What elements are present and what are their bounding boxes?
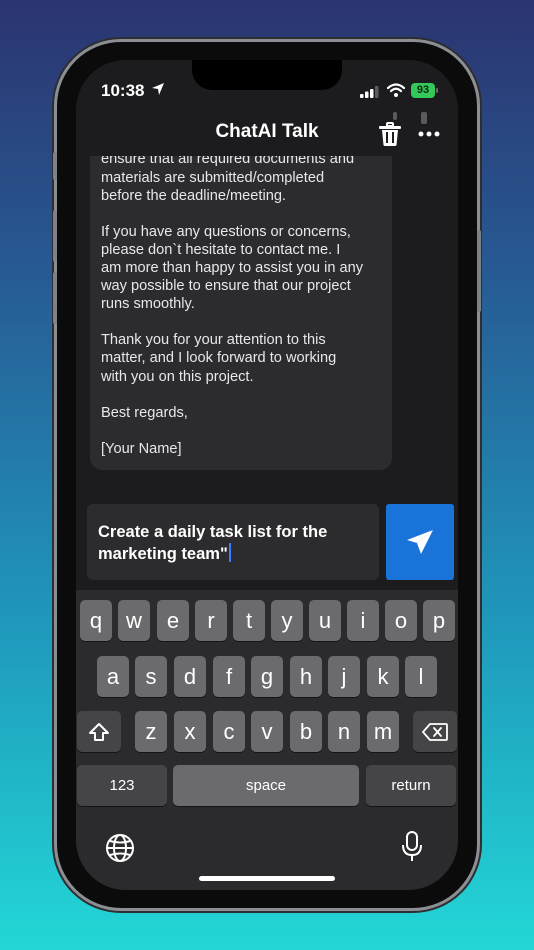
key-y[interactable]: y <box>271 600 303 641</box>
paper-plane-icon <box>407 530 433 554</box>
more-options-icon[interactable] <box>418 131 440 137</box>
key-p[interactable]: p <box>423 600 455 641</box>
status-time: 10:38 <box>101 81 145 100</box>
key-b[interactable]: b <box>290 711 322 752</box>
key-q[interactable]: q <box>80 600 112 641</box>
backspace-icon <box>422 722 448 741</box>
camera-indicator <box>393 112 397 120</box>
phone-screen: ensure that all required documents and m… <box>76 60 458 890</box>
key-c[interactable]: c <box>213 711 245 752</box>
globe-icon[interactable] <box>105 833 135 863</box>
volume-up-button <box>53 210 57 262</box>
key-j[interactable]: j <box>328 656 360 697</box>
backspace-key[interactable] <box>413 711 457 752</box>
text-cursor <box>228 543 231 562</box>
key-x[interactable]: x <box>174 711 206 752</box>
message-input-text: Create a daily task list for the marketi… <box>98 523 328 563</box>
space-key[interactable]: space <box>173 765 359 806</box>
message-input[interactable]: Create a daily task list for the marketi… <box>87 504 379 580</box>
location-arrow-icon <box>152 83 164 95</box>
key-k[interactable]: k <box>367 656 399 697</box>
key-f[interactable]: f <box>213 656 245 697</box>
key-t[interactable]: t <box>233 600 265 641</box>
key-i[interactable]: i <box>347 600 379 641</box>
key-l[interactable]: l <box>405 656 437 697</box>
key-m[interactable]: m <box>367 711 399 752</box>
key-a[interactable]: a <box>97 656 129 697</box>
assistant-message-text: ensure that all required documents and m… <box>101 151 364 457</box>
key-u[interactable]: u <box>309 600 341 641</box>
volume-down-button <box>53 272 57 324</box>
assistant-message-bubble: ensure that all required documents and m… <box>90 120 392 470</box>
return-key[interactable]: return <box>366 765 456 806</box>
battery-icon: 93 <box>411 83 435 98</box>
key-w[interactable]: w <box>118 600 150 641</box>
cellular-signal-icon <box>360 86 379 98</box>
battery-tip <box>436 88 438 93</box>
home-indicator[interactable] <box>199 876 335 881</box>
key-e[interactable]: e <box>157 600 189 641</box>
key-v[interactable]: v <box>251 711 283 752</box>
key-g[interactable]: g <box>251 656 283 697</box>
status-bar: 10:38 93 <box>76 60 458 120</box>
send-button[interactable] <box>386 504 454 580</box>
shift-arrow-icon <box>89 722 109 741</box>
numbers-key[interactable]: 123 <box>77 765 167 806</box>
key-z[interactable]: z <box>135 711 167 752</box>
action-button <box>53 152 57 180</box>
trash-icon[interactable] <box>378 122 402 147</box>
key-n[interactable]: n <box>328 711 360 752</box>
power-button <box>477 230 481 312</box>
key-o[interactable]: o <box>385 600 417 641</box>
shift-key[interactable] <box>77 711 121 752</box>
key-s[interactable]: s <box>135 656 167 697</box>
key-r[interactable]: r <box>195 600 227 641</box>
microphone-icon[interactable] <box>401 831 423 863</box>
key-d[interactable]: d <box>174 656 206 697</box>
key-h[interactable]: h <box>290 656 322 697</box>
wifi-icon <box>387 83 405 97</box>
